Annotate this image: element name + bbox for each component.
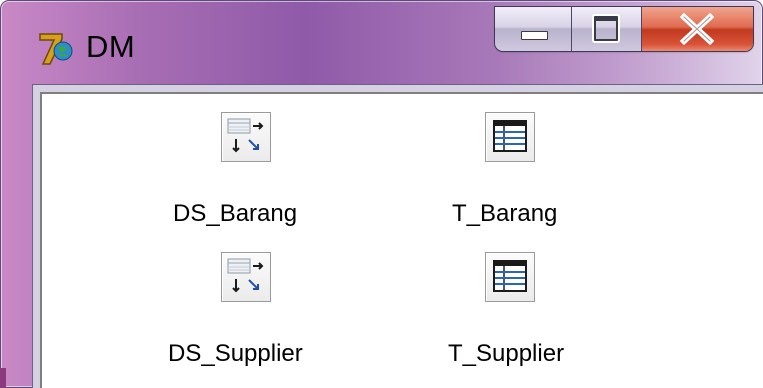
minimize-icon xyxy=(521,31,548,40)
close-button[interactable] xyxy=(642,7,753,51)
table-icon[interactable] xyxy=(485,252,535,302)
component-label: DS_Supplier xyxy=(168,340,303,367)
datamodule-window: DM DS_Barang T_Barang DS_Supplier T_Supp… xyxy=(0,0,763,388)
maximize-button[interactable] xyxy=(572,7,642,51)
delphi-app-icon[interactable] xyxy=(36,28,76,68)
minimize-button[interactable] xyxy=(495,7,572,51)
component-label: DS_Barang xyxy=(173,200,298,227)
title-bar[interactable]: DM xyxy=(0,0,763,84)
maximize-icon xyxy=(594,16,618,41)
window-title: DM xyxy=(86,29,136,64)
datasource-icon[interactable] xyxy=(221,252,271,302)
close-icon xyxy=(679,13,715,45)
component-label: T_Supplier xyxy=(448,340,565,367)
table-icon[interactable] xyxy=(485,112,535,162)
datasource-icon[interactable] xyxy=(221,112,271,162)
caption-buttons xyxy=(495,7,753,51)
component-label: T_Barang xyxy=(452,200,558,227)
datamodule-canvas[interactable]: DS_Barang T_Barang DS_Supplier T_Supplie… xyxy=(40,92,763,388)
frame-edge-accent xyxy=(0,368,6,388)
